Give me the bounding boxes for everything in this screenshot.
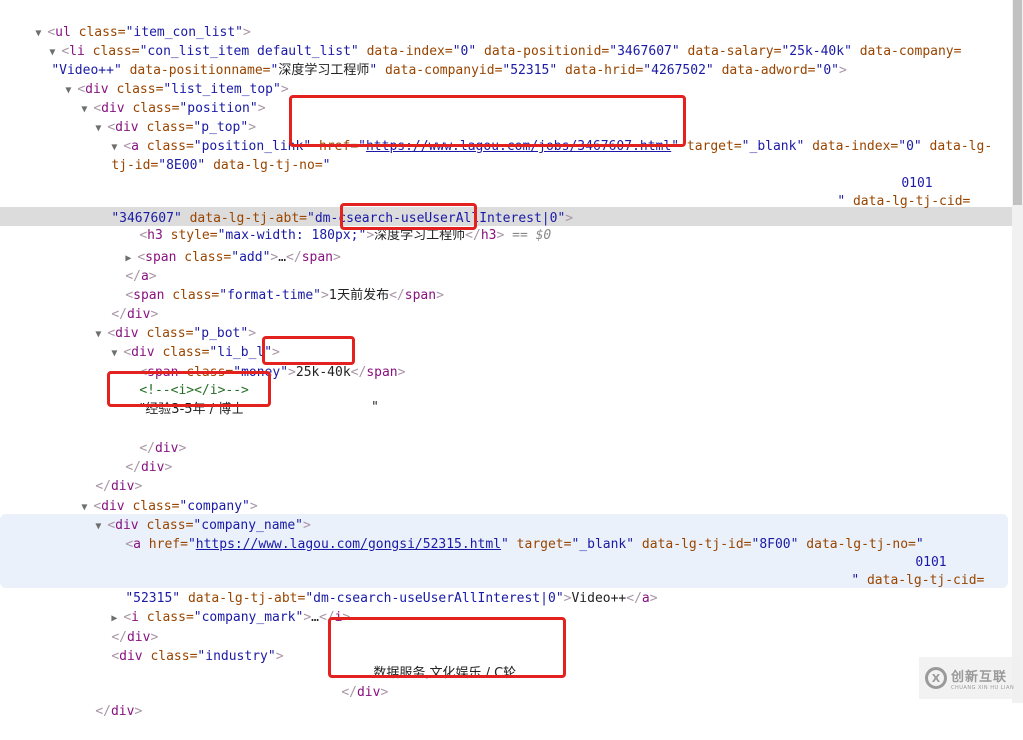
dom-node-industry[interactable]: <div class="industry"> <box>80 628 283 664</box>
dom-node-company-link[interactable]: <a href="https://www.lagou.com/gongsi/52… <box>94 516 923 552</box>
text-node-close-quote: " <box>372 400 378 415</box>
dom-node-a-close[interactable]: </a> <box>94 248 156 284</box>
dom-node-div-close[interactable]: </div> <box>80 286 158 322</box>
dom-node-company-link-cont: "52315" data-lg-tj-abt="dm-csearch-useUs… <box>125 591 658 606</box>
scrollbar-thumb[interactable] <box>1013 0 1022 205</box>
company-name-text: Video++ <box>571 591 627 606</box>
dom-node-position[interactable]: ▼ <div class="position"> <box>50 80 265 116</box>
salary-text: 25k-40k <box>295 365 351 380</box>
annotation-box-salary <box>262 336 355 365</box>
dom-node-list-item-top[interactable]: ▼ <div class="list_item_top"> <box>34 61 288 97</box>
annotation-box-job-url <box>289 95 686 147</box>
dom-node-ul[interactable]: ▼ <ul class="item_con_list"> <box>4 4 251 40</box>
annotation-box-experience <box>107 371 271 407</box>
dom-node-company-mark[interactable]: ▶ <i class="company_mark">…</i> <box>80 589 350 625</box>
dom-node-money[interactable]: <span class="money">25k-40k</span> <box>108 344 405 380</box>
dom-node-company-name[interactable]: ▼ <div class="company_name"> <box>64 497 311 533</box>
dom-node-li-cont: "Video++" data-positionname="深度学习工程师" da… <box>51 63 847 78</box>
watermark: X 创新互联 CHUANG XIN HU LIAN <box>919 657 1019 699</box>
watermark-subtext: CHUANG XIN HU LIAN <box>951 684 1015 691</box>
dom-node-h3-selected[interactable]: <h3 style="max-width: 180px;">深度学习工程师</h… <box>108 207 551 243</box>
dom-node-company[interactable]: ▼ <div class="company"> <box>50 478 257 514</box>
dom-node-li-b-l[interactable]: ▼ <div class="li_b_l"> <box>80 324 280 360</box>
company-tj-no-value: 0101 <box>915 555 947 570</box>
vertical-scrollbar[interactable] <box>1012 0 1023 703</box>
watermark-logo-icon: X <box>925 667 947 689</box>
dom-node-format-time[interactable]: <span class="format-time">1天前发布</span> <box>94 267 444 303</box>
tj-cid-attr: " data-lg-tj-cid= <box>837 194 971 209</box>
dom-node-li[interactable]: ▼ <li class="con_list_item default_list" … <box>18 23 961 59</box>
watermark-text: 创新互联 <box>951 669 1008 685</box>
dom-node-div-close[interactable]: </div> <box>64 458 142 494</box>
publish-time: 1天前发布 <box>328 288 390 303</box>
position-title: 深度学习工程师 <box>374 228 466 243</box>
dom-node-div-close[interactable]: </div> <box>64 683 142 719</box>
annotation-box-job-title <box>340 203 477 230</box>
tj-no-value: 0101 <box>901 176 933 191</box>
dom-node-span-add[interactable]: ▶ <span class="add">…</span> <box>94 229 341 265</box>
dom-node-p-bot[interactable]: ▼ <div class="p_bot"> <box>64 305 256 341</box>
dom-node-div-close[interactable]: </div> <box>80 609 158 645</box>
company-href-link[interactable]: https://www.lagou.com/gongsi/52315.html <box>196 537 501 552</box>
annotation-box-industry <box>328 617 566 678</box>
dom-node-p-top[interactable]: ▼ <div class="p_top"> <box>64 99 256 135</box>
company-tj-cid-attr: " data-lg-tj-cid= <box>851 573 985 588</box>
dom-node-div-close[interactable]: </div> <box>94 439 172 475</box>
devtools-elements-panel: ▼ <ul class="item_con_list"> ▼ <li class="… <box>0 0 1012 719</box>
dom-node-div-close[interactable]: </div> <box>108 420 186 456</box>
